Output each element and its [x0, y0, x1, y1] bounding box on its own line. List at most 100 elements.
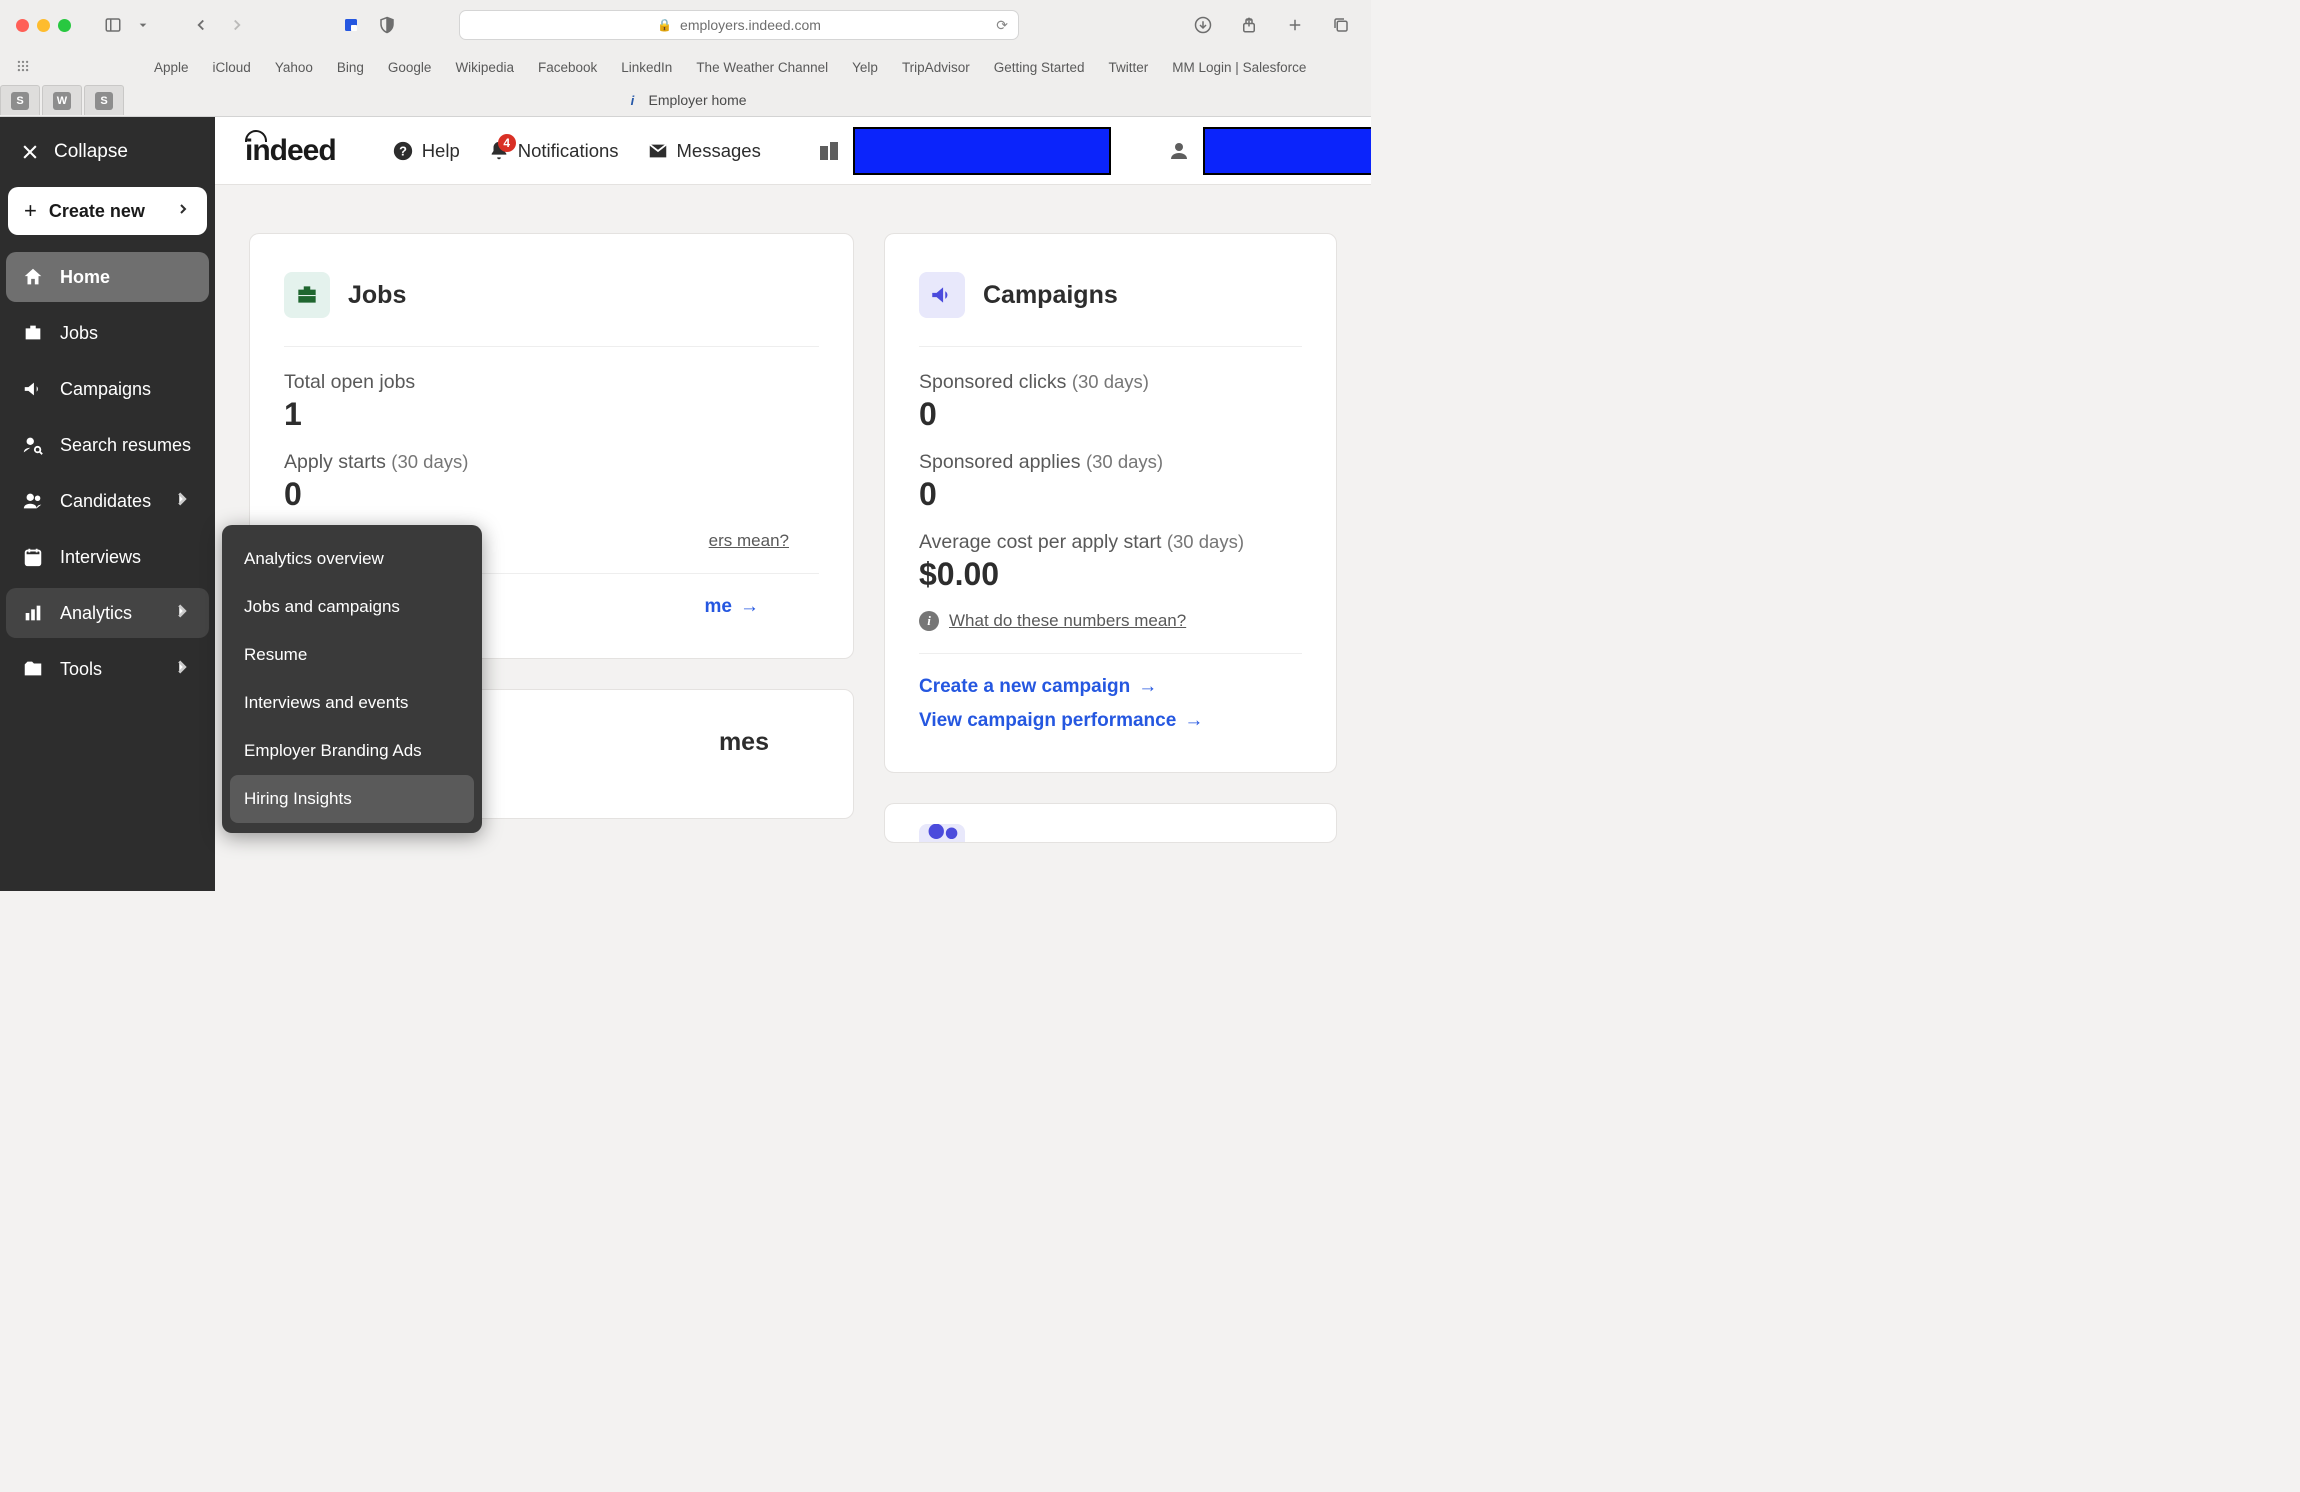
tab-groups-dropdown[interactable] — [135, 11, 151, 39]
messages-button[interactable]: Messages — [647, 140, 761, 162]
address-bar[interactable]: 🔒 employers.indeed.com ⟳ — [459, 10, 1019, 40]
plus-icon: + — [24, 198, 37, 224]
notifications-badge: 4 — [498, 134, 516, 152]
sidebar-item-label: Jobs — [60, 323, 98, 344]
chevron-right-icon — [171, 656, 193, 683]
candidates-card — [884, 803, 1337, 843]
submenu-hiring-insights[interactable]: Hiring Insights — [230, 775, 474, 823]
arrow-right-icon: → — [740, 596, 759, 618]
people-icon — [919, 824, 965, 843]
indeed-logo[interactable]: indeed — [239, 134, 336, 168]
bookmark-bing[interactable]: Bing — [337, 60, 364, 75]
reload-button[interactable]: ⟳ — [996, 17, 1008, 34]
sidebar-item-label: Home — [60, 267, 110, 288]
submenu-interviews-events[interactable]: Interviews and events — [230, 679, 474, 727]
sponsored-clicks-label: Sponsored clicks (30 days) — [919, 371, 1302, 394]
view-performance-link[interactable]: View campaign performance→ — [919, 710, 1302, 732]
pinned-tab-3[interactable]: S — [84, 85, 124, 115]
help-button[interactable]: ? Help — [392, 140, 460, 162]
back-button[interactable] — [187, 11, 215, 39]
bookmark-facebook[interactable]: Facebook — [538, 60, 597, 75]
sidebar-item-search-resumes[interactable]: Search resumes — [6, 420, 209, 470]
company-selector[interactable] — [817, 127, 1111, 175]
sidebar-item-label: Search resumes — [60, 435, 191, 456]
campaigns-info-link[interactable]: What do these numbers mean? — [949, 611, 1186, 631]
bookmark-weather[interactable]: The Weather Channel — [696, 60, 828, 75]
submenu-employer-branding[interactable]: Employer Branding Ads — [230, 727, 474, 775]
downloads-button[interactable] — [1189, 11, 1217, 39]
submenu-analytics-overview[interactable]: Analytics overview — [230, 535, 474, 583]
analytics-submenu: Analytics overview Jobs and campaigns Re… — [222, 525, 482, 833]
create-new-button[interactable]: + Create new — [8, 187, 207, 235]
campaigns-card-title: Campaigns — [983, 281, 1118, 310]
sidebar-item-interviews[interactable]: Interviews — [6, 532, 209, 582]
arrow-right-icon: → — [1138, 676, 1157, 698]
bookmark-getting-started[interactable]: Getting Started — [994, 60, 1085, 75]
bookmark-google[interactable]: Google — [388, 60, 432, 75]
minimize-window-button[interactable] — [37, 19, 50, 32]
avg-cost-value: $0.00 — [919, 556, 1302, 593]
sidebar: Collapse + Create new Home Jobs Campaign… — [0, 117, 215, 891]
tab-row: S W S i Employer home — [0, 84, 1371, 116]
tab-title: Employer home — [648, 92, 746, 108]
sidebar-item-label: Analytics — [60, 603, 132, 624]
notifications-label: Notifications — [518, 140, 619, 162]
resumes-card-title: mes — [719, 728, 769, 757]
topbar: indeed ? Help 4 Notifications Messages — [215, 117, 1371, 185]
info-icon: i — [919, 611, 939, 631]
forward-button[interactable] — [223, 11, 251, 39]
bookmark-yelp[interactable]: Yelp — [852, 60, 878, 75]
notifications-button[interactable]: 4 Notifications — [488, 140, 619, 162]
indeed-favicon-icon: i — [624, 92, 640, 108]
shield-icon[interactable] — [373, 11, 401, 39]
sidebar-item-label: Interviews — [60, 547, 141, 568]
bookmark-icloud[interactable]: iCloud — [213, 60, 251, 75]
pinned-tab-2[interactable]: W — [42, 85, 82, 115]
bullhorn-icon — [919, 272, 965, 318]
apply-starts-label: Apply starts (30 days) — [284, 451, 819, 474]
bookmark-yahoo[interactable]: Yahoo — [275, 60, 313, 75]
bookmark-wikipedia[interactable]: Wikipedia — [455, 60, 514, 75]
sidebar-item-candidates[interactable]: Candidates — [6, 476, 209, 526]
sidebar-item-tools[interactable]: Tools — [6, 644, 209, 694]
close-window-button[interactable] — [16, 19, 29, 32]
create-new-label: Create new — [49, 201, 145, 222]
apply-starts-value: 0 — [284, 476, 819, 513]
user-menu[interactable] — [1167, 127, 1371, 175]
chevron-right-icon — [175, 201, 191, 222]
bookmark-twitter[interactable]: Twitter — [1109, 60, 1149, 75]
apps-grid-icon[interactable] — [16, 59, 30, 76]
url-text: employers.indeed.com — [680, 17, 821, 33]
create-campaign-link[interactable]: Create a new campaign→ — [919, 676, 1302, 698]
bookmark-tripadvisor[interactable]: TripAdvisor — [902, 60, 970, 75]
maximize-window-button[interactable] — [58, 19, 71, 32]
bookmark-linkedin[interactable]: LinkedIn — [621, 60, 672, 75]
pinned-tab-1[interactable]: S — [0, 85, 40, 115]
tab-overview-button[interactable] — [1327, 11, 1355, 39]
new-tab-button[interactable] — [1281, 11, 1309, 39]
submenu-resume[interactable]: Resume — [230, 631, 474, 679]
collapse-sidebar-button[interactable]: Collapse — [0, 127, 215, 177]
messages-label: Messages — [677, 140, 761, 162]
share-button[interactable] — [1235, 11, 1263, 39]
sidebar-toggle-button[interactable] — [99, 11, 127, 39]
sponsored-clicks-value: 0 — [919, 396, 1302, 433]
chevron-right-icon — [171, 488, 193, 515]
svg-text:?: ? — [399, 143, 407, 158]
sponsored-applies-value: 0 — [919, 476, 1302, 513]
privacy-report-icon[interactable] — [337, 11, 365, 39]
sidebar-item-home[interactable]: Home — [6, 252, 209, 302]
submenu-jobs-campaigns[interactable]: Jobs and campaigns — [230, 583, 474, 631]
jobs-info-link[interactable]: ers mean? — [709, 531, 789, 551]
sidebar-item-analytics[interactable]: Analytics — [6, 588, 209, 638]
sidebar-item-campaigns[interactable]: Campaigns — [6, 364, 209, 414]
arrow-right-icon: → — [1184, 710, 1203, 732]
active-tab[interactable]: i Employer home — [624, 92, 746, 108]
bookmark-mm-salesforce[interactable]: MM Login | Salesforce — [1172, 60, 1306, 75]
sidebar-item-label: Tools — [60, 659, 102, 680]
sidebar-item-label: Candidates — [60, 491, 151, 512]
browser-chrome: 🔒 employers.indeed.com ⟳ Apple iCloud Ya… — [0, 0, 1371, 117]
sponsored-applies-label: Sponsored applies (30 days) — [919, 451, 1302, 474]
sidebar-item-jobs[interactable]: Jobs — [6, 308, 209, 358]
bookmark-apple[interactable]: Apple — [154, 60, 189, 75]
